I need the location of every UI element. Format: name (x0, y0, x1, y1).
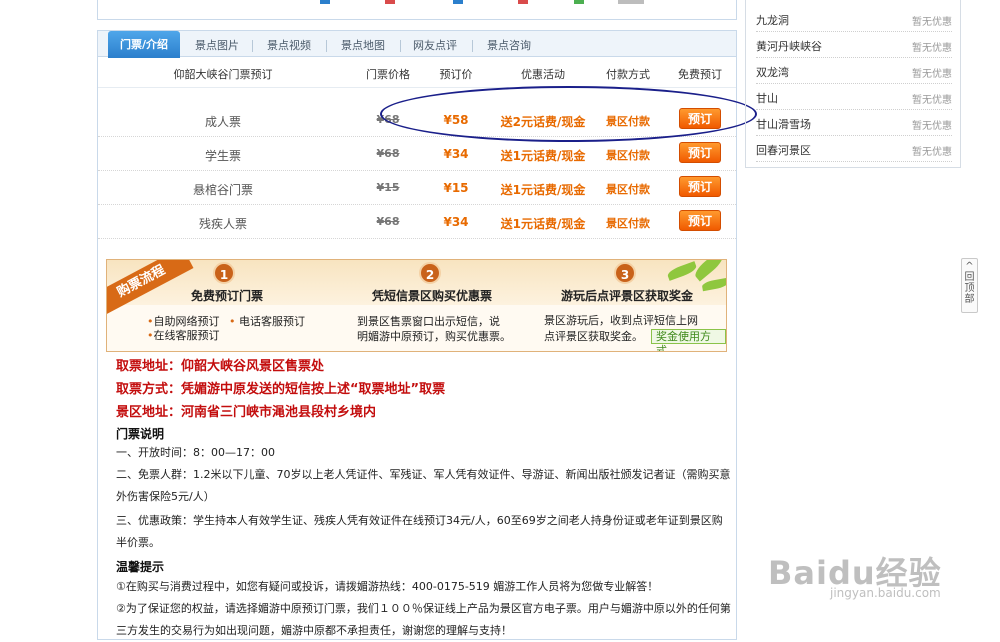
tab-bar: 门票/介绍 景点图片 景点视频 景点地图 网友点评 景点咨询 (98, 31, 736, 58)
ticket-note-line: 二、免票人群：1.2米以下儿童、70岁以上老人凭证件、军残证、军人凭有效证件、导… (116, 468, 731, 503)
book-price: ¥34 (443, 215, 469, 229)
tab-divider (326, 40, 327, 52)
discount-status: 暂无优惠 (912, 43, 952, 54)
promo-text: 送1元话费/现金 (500, 183, 586, 197)
annotation-ellipse (380, 86, 757, 142)
back-to-top-label: 回顶部 (964, 272, 975, 305)
discount-status: 暂无优惠 (912, 121, 952, 132)
tab-divider (400, 40, 401, 52)
step-title: 游玩后点评景区获取奖金 (560, 289, 693, 303)
caret-up-icon: ^ (965, 261, 974, 272)
tab-divider (252, 40, 253, 52)
ticket-name: 学生票 (204, 149, 241, 163)
col-list-price: 门票价格 (366, 68, 410, 81)
book-button[interactable]: 预订 (679, 142, 721, 163)
color-marker (385, 0, 395, 4)
ticket-name: 成人票 (204, 115, 241, 129)
scenic-name: 九龙洞 (756, 14, 789, 27)
list-item[interactable]: 回春河景区 暂无优惠 (756, 136, 952, 162)
discount-status: 暂无优惠 (912, 69, 952, 80)
tab-photos[interactable]: 景点图片 (186, 35, 248, 57)
step-desc-line: 到景区售票窗口出示短信，说 (357, 315, 500, 328)
step-option: •自助网络预订 (147, 315, 220, 328)
color-marker (518, 0, 528, 4)
step-number: 3 (614, 262, 636, 284)
table-row: 学生票 ¥68 ¥34 送1元话费/现金 景区付款 预订 (98, 137, 736, 171)
list-item[interactable]: 甘山 暂无优惠 (756, 84, 952, 110)
col-ticket-name: 仰韶大峡谷门票预订 (173, 68, 273, 81)
promo-text: 送1元话费/现金 (500, 149, 586, 163)
color-marker (574, 0, 584, 4)
discount-status: 暂无优惠 (912, 17, 952, 28)
book-button[interactable]: 预订 (679, 210, 721, 231)
step-title: 凭短信景区购买优惠票 (371, 289, 492, 303)
color-marker (453, 0, 463, 4)
ticket-table-header: 仰韶大峡谷门票预订 门票价格 预订价 优惠活动 付款方式 免费预订 (98, 58, 736, 88)
step-desc-line: 明媚游中原预订，购买优惠票。 (357, 330, 511, 343)
top-panel-edge (97, 0, 737, 20)
step-number: 1 (213, 262, 235, 284)
list-item[interactable]: 黄河丹峡峡谷 暂无优惠 (756, 32, 952, 58)
book-button[interactable]: 预订 (679, 176, 721, 197)
tab-video[interactable]: 景点视频 (258, 35, 320, 57)
table-row: 悬棺谷门票 ¥15 ¥15 送1元话费/现金 景区付款 预订 (98, 171, 736, 205)
scenic-address: 景区地址：河南省三门峡市渑池县段村乡境内 (116, 405, 377, 420)
sidebar-scenic-list: 九龙洞 暂无优惠 黄河丹峡峡谷 暂无优惠 双龙湾 暂无优惠 甘山 暂无优惠 甘山… (745, 0, 961, 168)
promo-text: 送1元话费/现金 (500, 217, 586, 231)
step-desc-line: 景区游玩后，收到点评短信上网 (544, 314, 698, 327)
back-to-top-button[interactable]: ^ 回顶部 (961, 258, 978, 313)
scenic-name: 甘山滑雪场 (756, 118, 811, 131)
list-price: ¥15 (376, 181, 400, 194)
tab-consult[interactable]: 景点咨询 (478, 35, 540, 57)
ticket-note-line: 一、开放时间：8：00—17：00 (116, 446, 275, 459)
step-option: • 电话客服预订 (229, 315, 305, 328)
ticket-name: 悬棺谷门票 (192, 183, 253, 197)
tip-line: ②为了保证您的权益，请选择媚游中原预订门票，我们１００％保证线上产品为景区官方电… (116, 602, 731, 637)
step-desc-line: 点评景区获取奖金。 (544, 330, 643, 343)
list-item[interactable]: 甘山滑雪场 暂无优惠 (756, 110, 952, 136)
payment-method: 景区付款 (606, 217, 650, 230)
step-title: 免费预订门票 (190, 289, 263, 303)
color-marker (618, 0, 644, 4)
table-row: 残疾人票 ¥68 ¥34 送1元话费/现金 景区付款 预订 (98, 205, 736, 239)
list-item[interactable]: 双龙湾 暂无优惠 (756, 58, 952, 84)
scenic-name: 黄河丹峡峡谷 (756, 40, 822, 53)
ticket-notes-title: 门票说明 (116, 427, 165, 441)
color-marker (320, 0, 330, 4)
discount-status: 暂无优惠 (912, 147, 952, 158)
tab-divider (472, 40, 473, 52)
scenic-name: 双龙湾 (756, 66, 789, 79)
col-book-price: 预订价 (439, 68, 473, 81)
purchase-process-banner: 购票流程 1 免费预订门票 2 凭短信景区购买优惠票 3 游玩后点评景区获取奖金… (106, 259, 727, 352)
book-price: ¥15 (443, 181, 469, 195)
list-item[interactable]: 九龙洞 暂无优惠 (756, 6, 952, 32)
tip-line: ①在购买与消费过程中，如您有疑问或投诉，请拨媚游热线：400-0175-519 … (116, 580, 659, 593)
tab-map[interactable]: 景点地图 (332, 35, 394, 57)
pickup-method: 取票方式：凭媚游中原发送的短信按上述“取票地址”取票 (116, 382, 446, 397)
ticket-note-line: 三、优惠政策：学生持本人有效学生证、残疾人凭有效证件在线预订34元/人，60至6… (116, 514, 723, 549)
discount-status: 暂无优惠 (912, 95, 952, 106)
step-number: 2 (419, 262, 441, 284)
prize-usage-link[interactable]: 奖金使用方式 (651, 329, 726, 351)
pickup-address: 取票地址：仰韶大峡谷风景区售票处 (116, 359, 325, 374)
step-option: •在线客服预订 (147, 329, 220, 342)
list-price: ¥68 (376, 147, 400, 160)
payment-method: 景区付款 (606, 183, 650, 196)
ticket-name: 残疾人票 (198, 217, 247, 231)
tab-ticket-intro[interactable]: 门票/介绍 (108, 31, 180, 58)
list-price: ¥68 (376, 215, 400, 228)
baidu-watermark-url: jingyan.baidu.com (830, 586, 941, 600)
scenic-name: 回春河景区 (756, 144, 811, 157)
payment-method: 景区付款 (606, 149, 650, 162)
tips-title: 温馨提示 (116, 560, 165, 574)
scenic-name: 甘山 (756, 92, 778, 105)
book-price: ¥34 (443, 147, 469, 161)
tab-reviews[interactable]: 网友点评 (404, 35, 466, 57)
col-payment: 付款方式 (606, 68, 650, 81)
col-free-booking: 免费预订 (678, 68, 722, 81)
col-promo: 优惠活动 (521, 68, 565, 81)
